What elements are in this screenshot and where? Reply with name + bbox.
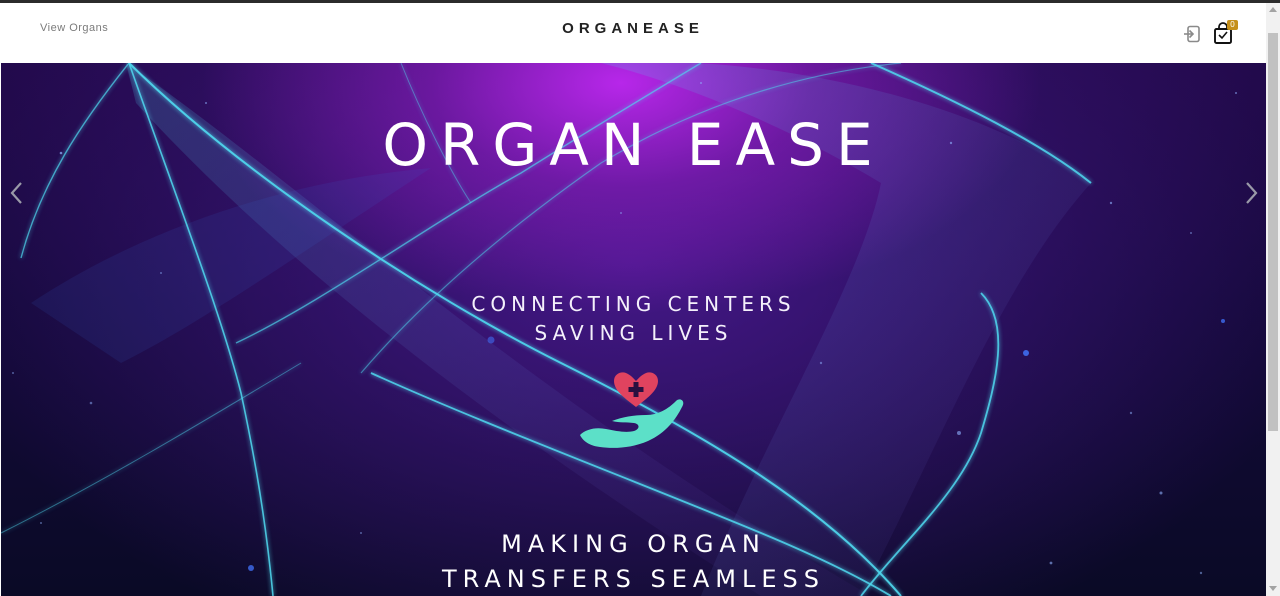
hero-title: ORGAN EASE [382, 111, 885, 179]
heart-hand-icon [580, 372, 684, 448]
scroll-up-arrow-icon[interactable] [1269, 7, 1277, 12]
page-scrollbar[interactable] [1266, 3, 1280, 596]
hero-bottom-line1: MAKING ORGAN [501, 530, 766, 558]
scroll-down-arrow-icon[interactable] [1269, 586, 1277, 591]
hero-carousel: ORGAN EASE CONNECTING CENTERS SAVING LIV… [1, 63, 1266, 596]
hero-tagline-line1: CONNECTING CENTERS [471, 292, 796, 316]
chevron-left-icon[interactable] [6, 178, 28, 208]
chevron-right-icon[interactable] [1240, 178, 1262, 208]
brand-logo[interactable]: ORGANEASE [0, 20, 1266, 37]
hero-bottom-line2: TRANSFERS SEAMLESS [441, 565, 825, 593]
scrollbar-thumb[interactable] [1268, 33, 1278, 431]
cart-count-badge: 0 [1227, 20, 1238, 30]
hero-tagline-line2: SAVING LIVES [534, 321, 733, 345]
login-icon[interactable] [1182, 24, 1202, 44]
navbar: View Organs ORGANEASE 0 [0, 3, 1266, 63]
